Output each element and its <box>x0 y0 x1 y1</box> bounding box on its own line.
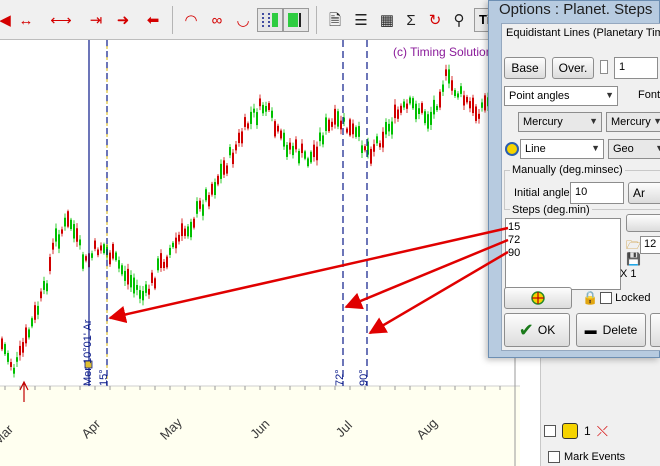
arrow-to-90-line <box>368 250 509 335</box>
annotation-arrows-layer <box>108 226 509 335</box>
arrow-to-72-line <box>344 238 509 310</box>
arrow-to-15-line <box>108 226 509 324</box>
